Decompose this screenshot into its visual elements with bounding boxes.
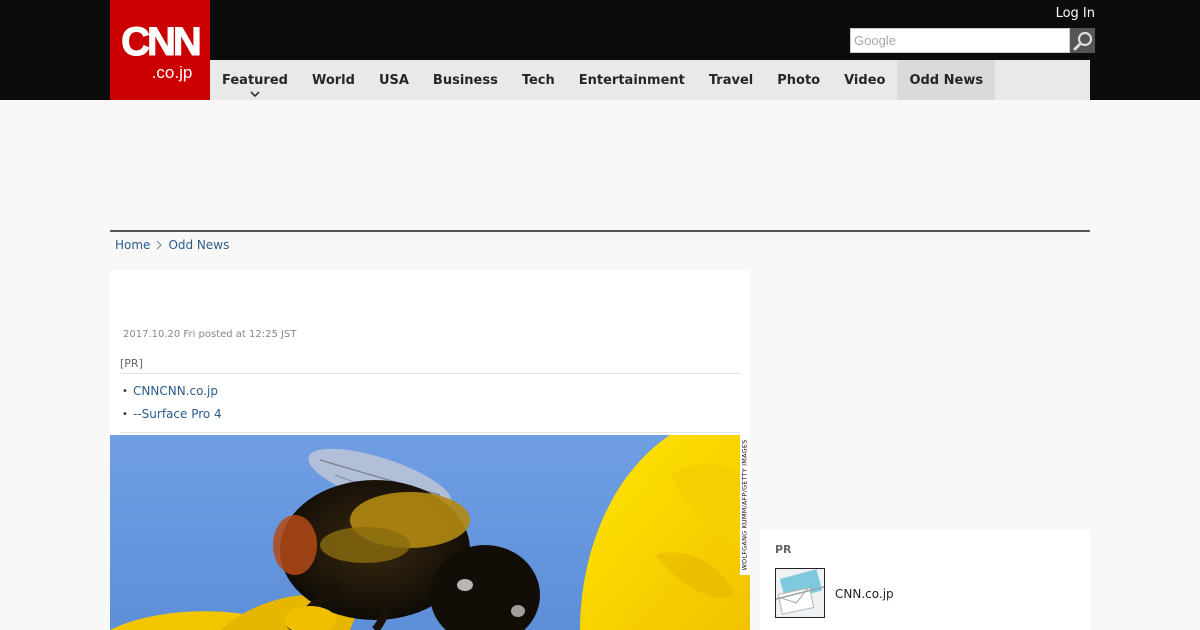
nav-item-video[interactable]: Video xyxy=(832,60,897,100)
pr-link[interactable]: CNNCNN.co.jp xyxy=(133,380,218,403)
article-dateline: 2017.10.20 Fri posted at 12:25 JST xyxy=(123,329,297,340)
sidebar-pr-box: PR CNN.co.jp xyxy=(760,530,1090,630)
search-input[interactable] xyxy=(850,28,1070,53)
nav-item-usa[interactable]: USA xyxy=(367,60,421,100)
main-nav: Featured World USA Business Tech Enterta… xyxy=(210,60,1090,100)
nav-item-featured[interactable]: Featured xyxy=(210,60,300,100)
envelope-icon xyxy=(776,569,824,617)
nav-item-tech[interactable]: Tech xyxy=(510,60,567,100)
pr-label: [PR] xyxy=(120,357,740,374)
pr-list-item: • --Surface Pro 4 xyxy=(120,403,740,426)
nav-item-odd-news[interactable]: Odd News xyxy=(897,60,996,100)
login-link[interactable]: Log In xyxy=(1056,6,1095,21)
photo-credit-text: WOLFGANG KUMM/AFP/GETTY IMAGES xyxy=(741,439,750,571)
bumblebee-image xyxy=(110,435,750,630)
cnn-logo[interactable]: CNN .co.jp xyxy=(110,0,210,100)
logo-text: CNN xyxy=(121,20,203,64)
logo-subtext: .co.jp xyxy=(151,63,193,82)
bullet-icon: • xyxy=(122,386,128,397)
search-button[interactable] xyxy=(1070,28,1095,53)
pr-list: • CNNCNN.co.jp • --Surface Pro 4 xyxy=(120,374,740,433)
nav-item-label: Featured xyxy=(222,72,288,88)
nav-item-entertainment[interactable]: Entertainment xyxy=(567,60,697,100)
photo-credit: WOLFGANG KUMM/AFP/GETTY IMAGES xyxy=(740,435,750,575)
bullet-icon: • xyxy=(122,409,128,420)
nav-item-business[interactable]: Business xyxy=(421,60,510,100)
section-divider xyxy=(110,230,1090,232)
chevron-down-icon xyxy=(250,91,260,97)
sidebar-pr-label: PR xyxy=(775,543,792,556)
search-box xyxy=(850,28,1095,53)
sidebar-pr-thumbnail[interactable] xyxy=(775,568,825,618)
breadcrumb-home[interactable]: Home xyxy=(115,238,150,252)
nav-item-photo[interactable]: Photo xyxy=(765,60,832,100)
breadcrumb: Home Odd News xyxy=(115,238,229,252)
pr-link[interactable]: --Surface Pro 4 xyxy=(133,403,222,426)
pr-links-box: [PR] • CNNCNN.co.jp • --Surface Pro 4 xyxy=(120,357,740,433)
chevron-right-icon xyxy=(157,240,163,250)
article-photo: WOLFGANG KUMM/AFP/GETTY IMAGES xyxy=(110,435,750,630)
sidebar-pr-link[interactable]: CNN.co.jp xyxy=(835,587,894,601)
nav-item-world[interactable]: World xyxy=(300,60,367,100)
magnifier-icon xyxy=(1073,31,1092,50)
breadcrumb-current[interactable]: Odd News xyxy=(168,238,229,252)
article-card: 2017.10.20 Fri posted at 12:25 JST [PR] … xyxy=(110,270,750,630)
nav-item-travel[interactable]: Travel xyxy=(697,60,765,100)
pr-list-item: • CNNCNN.co.jp xyxy=(120,380,740,403)
